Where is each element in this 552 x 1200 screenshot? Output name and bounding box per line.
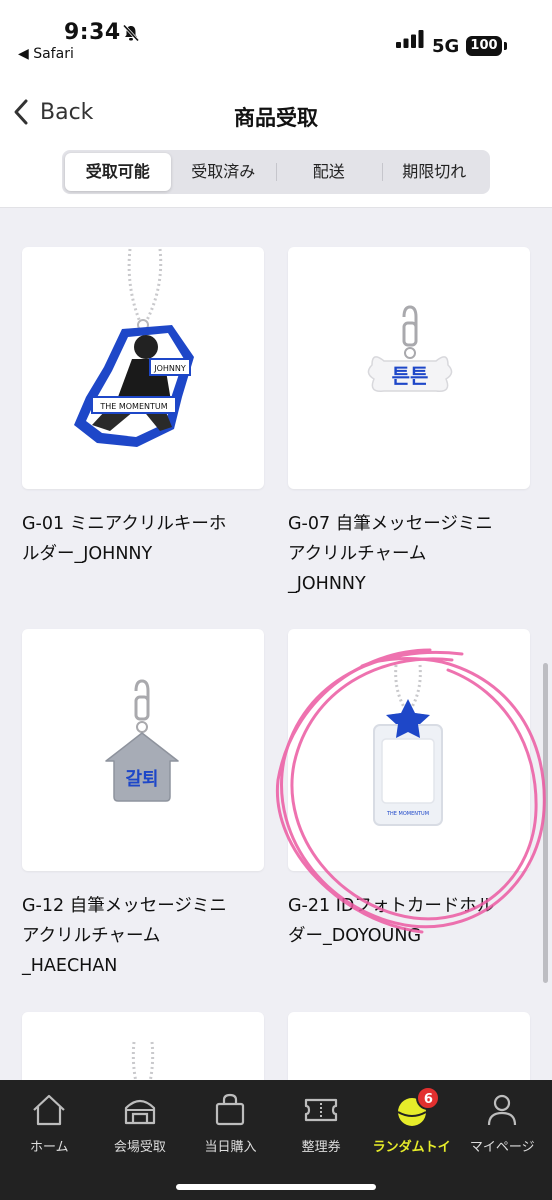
partial-product-image [131, 1041, 155, 1080]
product-card[interactable]: JOHNNY THE MOMENTUM G-01 ミニアクリルキーホ ルダー_J… [22, 247, 264, 569]
product-name-line: G-07 自筆メッセージミニ [288, 514, 493, 534]
cellular-signal-icon [396, 30, 424, 48]
acrylic-keyholder-image: JOHNNY THE MOMENTUM [74, 248, 194, 447]
product-name-line: _JOHNNY [288, 574, 366, 594]
product-image-partial[interactable] [22, 1012, 264, 1080]
home-indicator[interactable] [176, 1184, 376, 1190]
product-card[interactable] [22, 1012, 264, 1080]
product-name-line: ルダー_JOHNNY [22, 544, 153, 564]
product-image-bone-charm[interactable]: 튼튼 [288, 247, 530, 489]
status-time: 9:34 [64, 20, 121, 45]
scroll-indicator[interactable] [543, 663, 548, 983]
product-card[interactable]: 튼튼 G-07 自筆メッセージミニ アクリルチャーム _JOHNNY [288, 247, 530, 599]
product-name-line: アクリルチャーム [288, 544, 427, 564]
battery-cap [504, 42, 507, 50]
battery-indicator: 100 [466, 36, 502, 56]
product-name: G-01 ミニアクリルキーホ ルダー_JOHNNY [22, 509, 272, 569]
product-image-photocard-holder[interactable]: THE MOMENTUM [288, 629, 530, 871]
segment-area: 受取可能 受取済み 配送 期限切れ [0, 150, 552, 208]
tab-same-day-purchase-label: 当日購入 [204, 1140, 257, 1155]
product-image-keyholder[interactable]: JOHNNY THE MOMENTUM [22, 247, 264, 489]
status-segmented-control: 受取可能 受取済み 配送 期限切れ [62, 150, 490, 194]
product-name: G-21 IDフォトカードホル ダー_DOYOUNG [288, 891, 538, 951]
home-icon [33, 1094, 66, 1126]
product-card[interactable]: 갈퇴 G-12 自筆メッセージミニ アクリルチャーム _HAECHAN [22, 629, 264, 981]
photocard-holder-text: THE MOMENTUM [386, 811, 429, 817]
product-name-line: G-21 IDフォトカードホル [288, 896, 495, 916]
shopping-bag-icon [216, 1093, 245, 1126]
tab-my-page-label: マイページ [469, 1140, 535, 1155]
person-icon [488, 1094, 517, 1126]
product-card[interactable]: THE MOMENTUM G-21 IDフォトカードホル ダー_DOYOUNG [288, 629, 530, 951]
keyholder-johnny-text: JOHNNY [153, 364, 186, 373]
product-card[interactable] [288, 1012, 530, 1080]
product-name-line: アクリルチャーム [22, 926, 161, 946]
navigation-bar: Back 商品受取 [0, 70, 552, 150]
status-bar: 9:34 ◀ Safari 5G 100 [0, 0, 552, 70]
segment-available[interactable]: 受取可能 [65, 153, 171, 191]
photocard-holder-image: THE MOMENTUM [373, 664, 443, 826]
tab-my-page[interactable]: マイページ [457, 1080, 548, 1200]
tab-venue-pickup[interactable]: 会場受取 [95, 1080, 186, 1200]
segment-delivery[interactable]: 配送 [276, 153, 382, 191]
product-name: G-07 自筆メッセージミニ アクリルチャーム _JOHNNY [288, 509, 538, 599]
keyholder-momentum-text: THE MOMENTUM [99, 402, 167, 411]
notification-badge: 6 [416, 1086, 441, 1110]
product-image-partial[interactable] [288, 1012, 530, 1080]
silent-bell-icon [122, 24, 140, 42]
product-name-line: G-01 ミニアクリルキーホ [22, 514, 227, 534]
back-to-safari-link[interactable]: ◀ Safari [18, 46, 74, 62]
product-name-line: _HAECHAN [22, 956, 118, 976]
bottom-tab-bar: ホーム 会場受取 当日購入 整理券 6 ランダムトイ マイページ [0, 1080, 552, 1200]
tab-venue-pickup-label: 会場受取 [113, 1140, 166, 1155]
bone-charm-image: 튼튼 [367, 305, 453, 392]
bone-charm-text: 튼튼 [392, 364, 429, 388]
product-name-line: ダー_DOYOUNG [288, 926, 422, 946]
tab-numbered-ticket[interactable]: 整理券 [276, 1080, 367, 1200]
page-title: 商品受取 [234, 106, 318, 130]
product-image-house-charm[interactable]: 갈퇴 [22, 629, 264, 871]
tab-home[interactable]: ホーム [4, 1080, 95, 1200]
product-name-line: G-12 自筆メッセージミニ [22, 896, 227, 916]
tab-home-label: ホーム [29, 1140, 69, 1155]
house-charm-text: 갈퇴 [125, 768, 158, 790]
tab-same-day-purchase[interactable]: 当日購入 [185, 1080, 276, 1200]
house-charm-image: 갈퇴 [105, 679, 179, 802]
product-grid: JOHNNY THE MOMENTUM G-01 ミニアクリルキーホ ルダー_J… [0, 208, 552, 1080]
venue-icon [124, 1099, 155, 1125]
tab-random-toy-label: ランダムトイ [372, 1140, 451, 1155]
tab-numbered-ticket-label: 整理券 [301, 1140, 341, 1155]
ticket-icon [304, 1098, 338, 1122]
segment-received[interactable]: 受取済み [171, 153, 277, 191]
segment-expired[interactable]: 期限切れ [381, 153, 488, 191]
tab-random-toy[interactable]: 6 ランダムトイ [366, 1080, 457, 1200]
product-name: G-12 自筆メッセージミニ アクリルチャーム _HAECHAN [22, 891, 272, 981]
network-type: 5G [432, 36, 460, 57]
